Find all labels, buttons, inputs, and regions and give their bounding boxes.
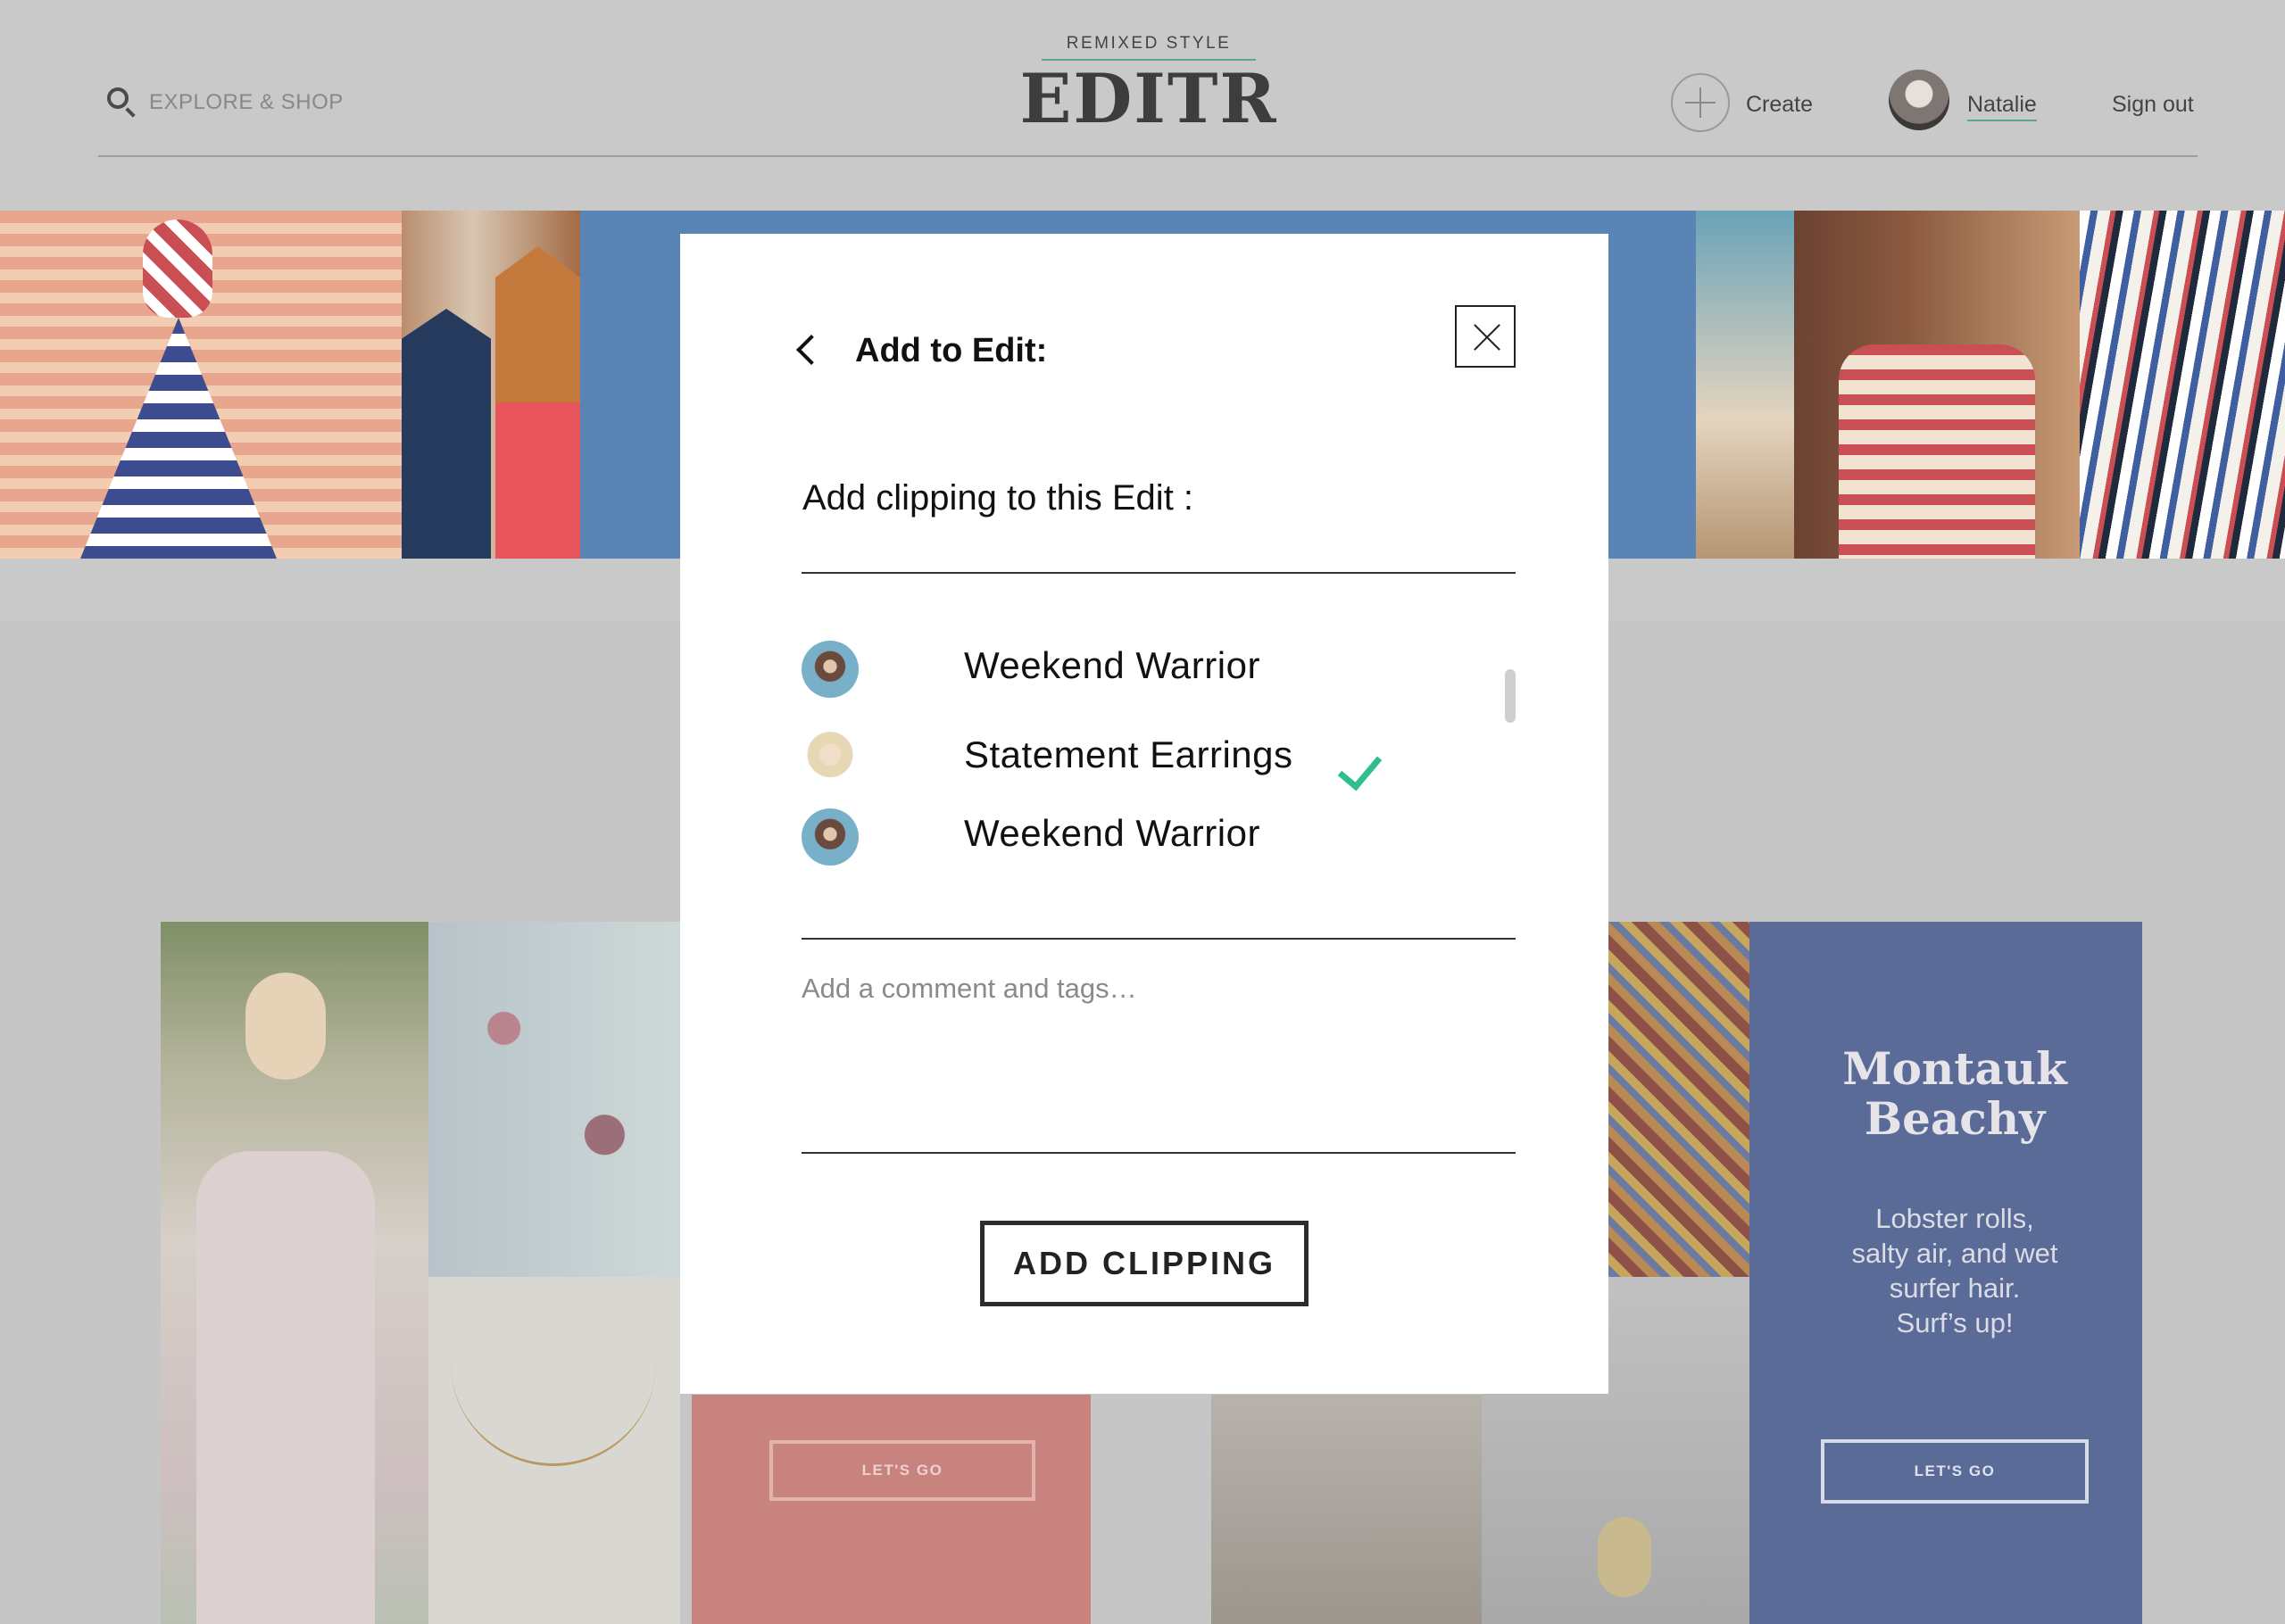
hero-dress-shape-2 [1839,344,2035,559]
search-icon[interactable] [107,87,129,109]
hero-image-beach [1696,211,1794,559]
create-button[interactable]: Create [1746,92,1813,118]
card-montauk-title: Montauk Beachy [1749,1044,2160,1144]
card-montauk-body-line2: salty air, and wet [1851,1238,2058,1269]
add-clipping-button[interactable]: ADD CLIPPING [980,1221,1309,1306]
modal-title: Add to Edit: [855,332,1048,369]
card-montauk-title-line2: Beachy [1864,1092,2046,1145]
card-image-beach-chairs[interactable] [1211,1395,1482,1624]
hero-surfboard-navy [402,309,491,559]
modal-subtitle: Add clipping to this Edit : [802,478,1194,518]
divider-middle [802,938,1516,940]
hero-surfboard-wood [495,246,580,559]
header-divider [98,155,2198,157]
edit-label[interactable]: Weekend Warrior [964,644,1260,687]
user-name-link[interactable]: Natalie [1967,92,2037,121]
card-salmon-panel [692,1395,1091,1624]
divider-bottom [802,1152,1516,1154]
card-montauk-body-line3: surfer hair. [1889,1272,2021,1304]
lets-go-button-left[interactable]: LET'S GO [769,1440,1035,1501]
card-person-dress [196,1151,375,1624]
close-icon[interactable] [1455,305,1516,368]
hero-headwrap-shape [143,220,212,318]
edit-label[interactable]: Weekend Warrior [964,812,1260,855]
card-montauk-body-line1: Lobster rolls, [1875,1203,2034,1234]
user-avatar[interactable] [1889,70,1949,130]
card-montauk-description: Lobster rolls, salty air, and wet surfer… [1821,1201,2089,1340]
card-montauk-title-line1: Montauk [1842,1042,2067,1095]
search-label[interactable]: EXPLORE & SHOP [149,90,344,115]
card-person-head [245,973,326,1080]
sign-out-link[interactable]: Sign out [2112,92,2194,118]
divider-top [802,572,1516,574]
lets-go-button-right[interactable]: LET'S GO [1821,1439,2089,1504]
page-background: EXPLORE & SHOP REMIXED STYLE EDITR Creat… [0,0,2285,1624]
edit-avatar [802,732,859,789]
brand-logo[interactable]: EDITR [970,59,1327,138]
comment-input[interactable] [802,973,1516,1151]
edit-avatar [802,641,859,698]
hero-image-beach-towels [2080,211,2285,559]
edit-label[interactable]: Statement Earrings [964,733,1293,776]
site-header: EXPLORE & SHOP REMIXED STYLE EDITR Creat… [0,0,2285,157]
brand-kicker: REMIXED STYLE [1066,34,1232,53]
card-image-floral-fabric[interactable] [428,922,680,1277]
pineapple-pendant [1598,1517,1651,1597]
card-montauk-body-line4: Surf’s up! [1896,1307,2014,1338]
edit-avatar [802,808,859,866]
create-plus-icon[interactable] [1671,73,1730,132]
list-scrollbar[interactable] [1505,669,1516,723]
